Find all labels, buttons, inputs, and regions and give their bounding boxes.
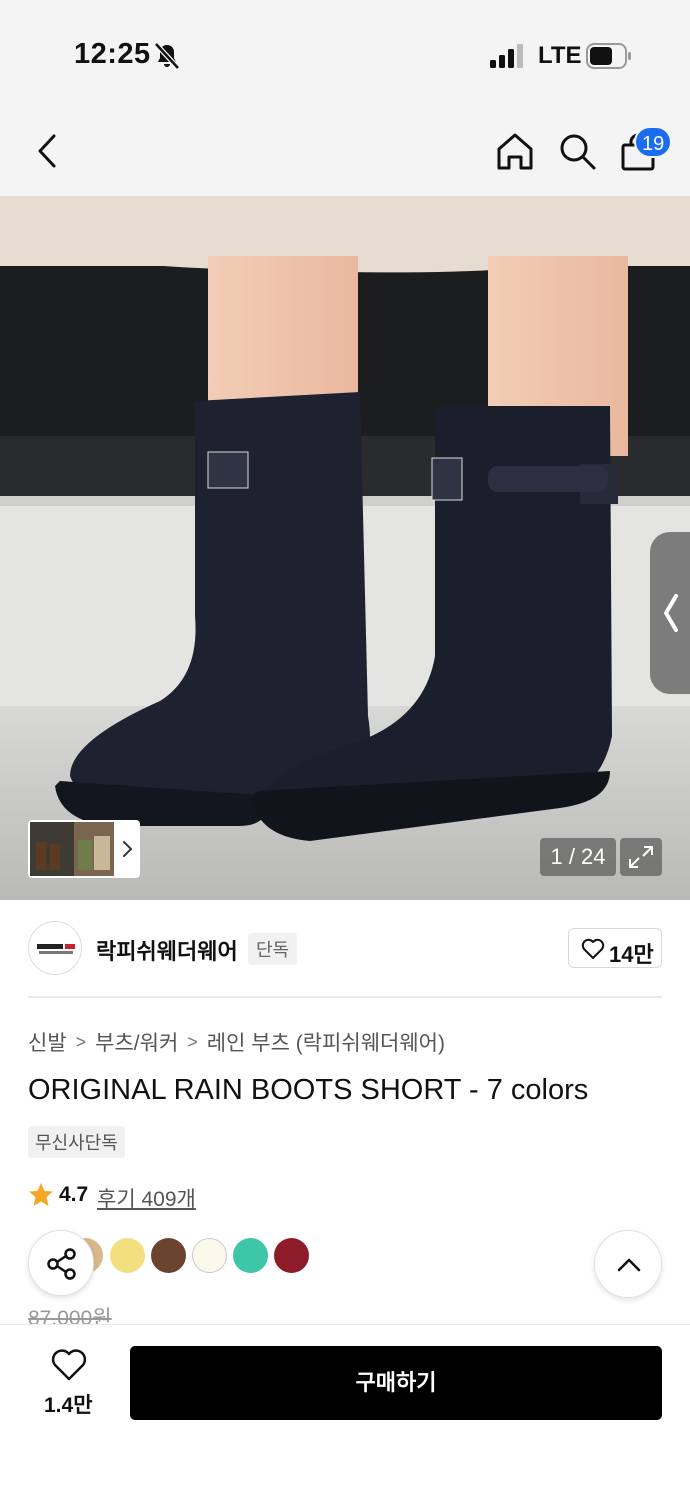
search-icon[interactable] <box>556 130 598 172</box>
back-arrow-icon[interactable] <box>30 130 66 172</box>
cart-count-badge: 19 <box>634 126 673 158</box>
chevron-right-icon: > <box>187 1031 198 1052</box>
review-link[interactable]: 후기 409개 <box>97 1183 196 1213</box>
share-icon <box>47 1248 76 1280</box>
status-time: 12:25 <box>74 38 151 70</box>
heart-icon <box>581 938 605 959</box>
heart-icon[interactable] <box>50 1348 88 1382</box>
chevron-left-icon <box>664 594 678 632</box>
brand-logo[interactable] <box>28 921 82 975</box>
color-swatch[interactable] <box>274 1238 309 1273</box>
buy-button[interactable]: 구매하기 <box>130 1346 662 1420</box>
side-panel-tab[interactable] <box>650 532 690 694</box>
chevron-up-icon <box>617 1258 641 1272</box>
chevron-right-icon <box>123 841 132 857</box>
rating-value: 4.7 <box>59 1183 89 1206</box>
breadcrumb-item[interactable]: 신발 <box>28 1027 67 1057</box>
divider <box>28 996 662 998</box>
breadcrumb: 신발 > 부츠/워커 > 레인 부츠 (락피쉬웨더웨어) <box>28 1027 445 1057</box>
exclusive-badge: 단독 <box>248 933 298 965</box>
network-label: LTE <box>538 42 582 69</box>
thumbnail-image[interactable] <box>30 822 114 876</box>
color-swatch[interactable] <box>110 1238 145 1273</box>
wish-count: 1.4만 <box>44 1394 93 1417</box>
share-button[interactable] <box>28 1230 94 1296</box>
image-counter: 1 / 24 <box>540 838 616 876</box>
brand-name[interactable]: 락피쉬웨더웨어 <box>96 934 238 966</box>
color-swatch[interactable] <box>151 1238 186 1273</box>
brand-like-button[interactable]: 14만 <box>568 928 662 968</box>
expand-button[interactable] <box>620 838 662 876</box>
star-icon <box>29 1183 53 1206</box>
status-bar: 12:25 LTE <box>0 0 690 110</box>
product-image[interactable] <box>0 196 690 900</box>
breadcrumb-item[interactable]: 레인 부츠 (락피쉬웨더웨어) <box>207 1027 445 1057</box>
brand-like-count: 14만 <box>609 942 654 967</box>
home-icon[interactable] <box>494 130 536 172</box>
chevron-right-icon: > <box>75 1031 87 1052</box>
musinsa-exclusive-tag: 무신사단독 <box>28 1126 125 1158</box>
bell-slash-icon <box>154 42 180 70</box>
scroll-top-button[interactable] <box>594 1230 662 1298</box>
signal-icon <box>490 44 523 68</box>
battery-icon <box>586 43 631 69</box>
top-nav <box>0 110 690 196</box>
product-title: ORIGINAL RAIN BOOTS SHORT - 7 colors <box>28 1074 589 1106</box>
expand-icon <box>629 846 653 868</box>
color-swatch[interactable] <box>192 1238 227 1273</box>
color-swatch[interactable] <box>233 1238 268 1273</box>
breadcrumb-item[interactable]: 부츠/워커 <box>95 1027 178 1057</box>
